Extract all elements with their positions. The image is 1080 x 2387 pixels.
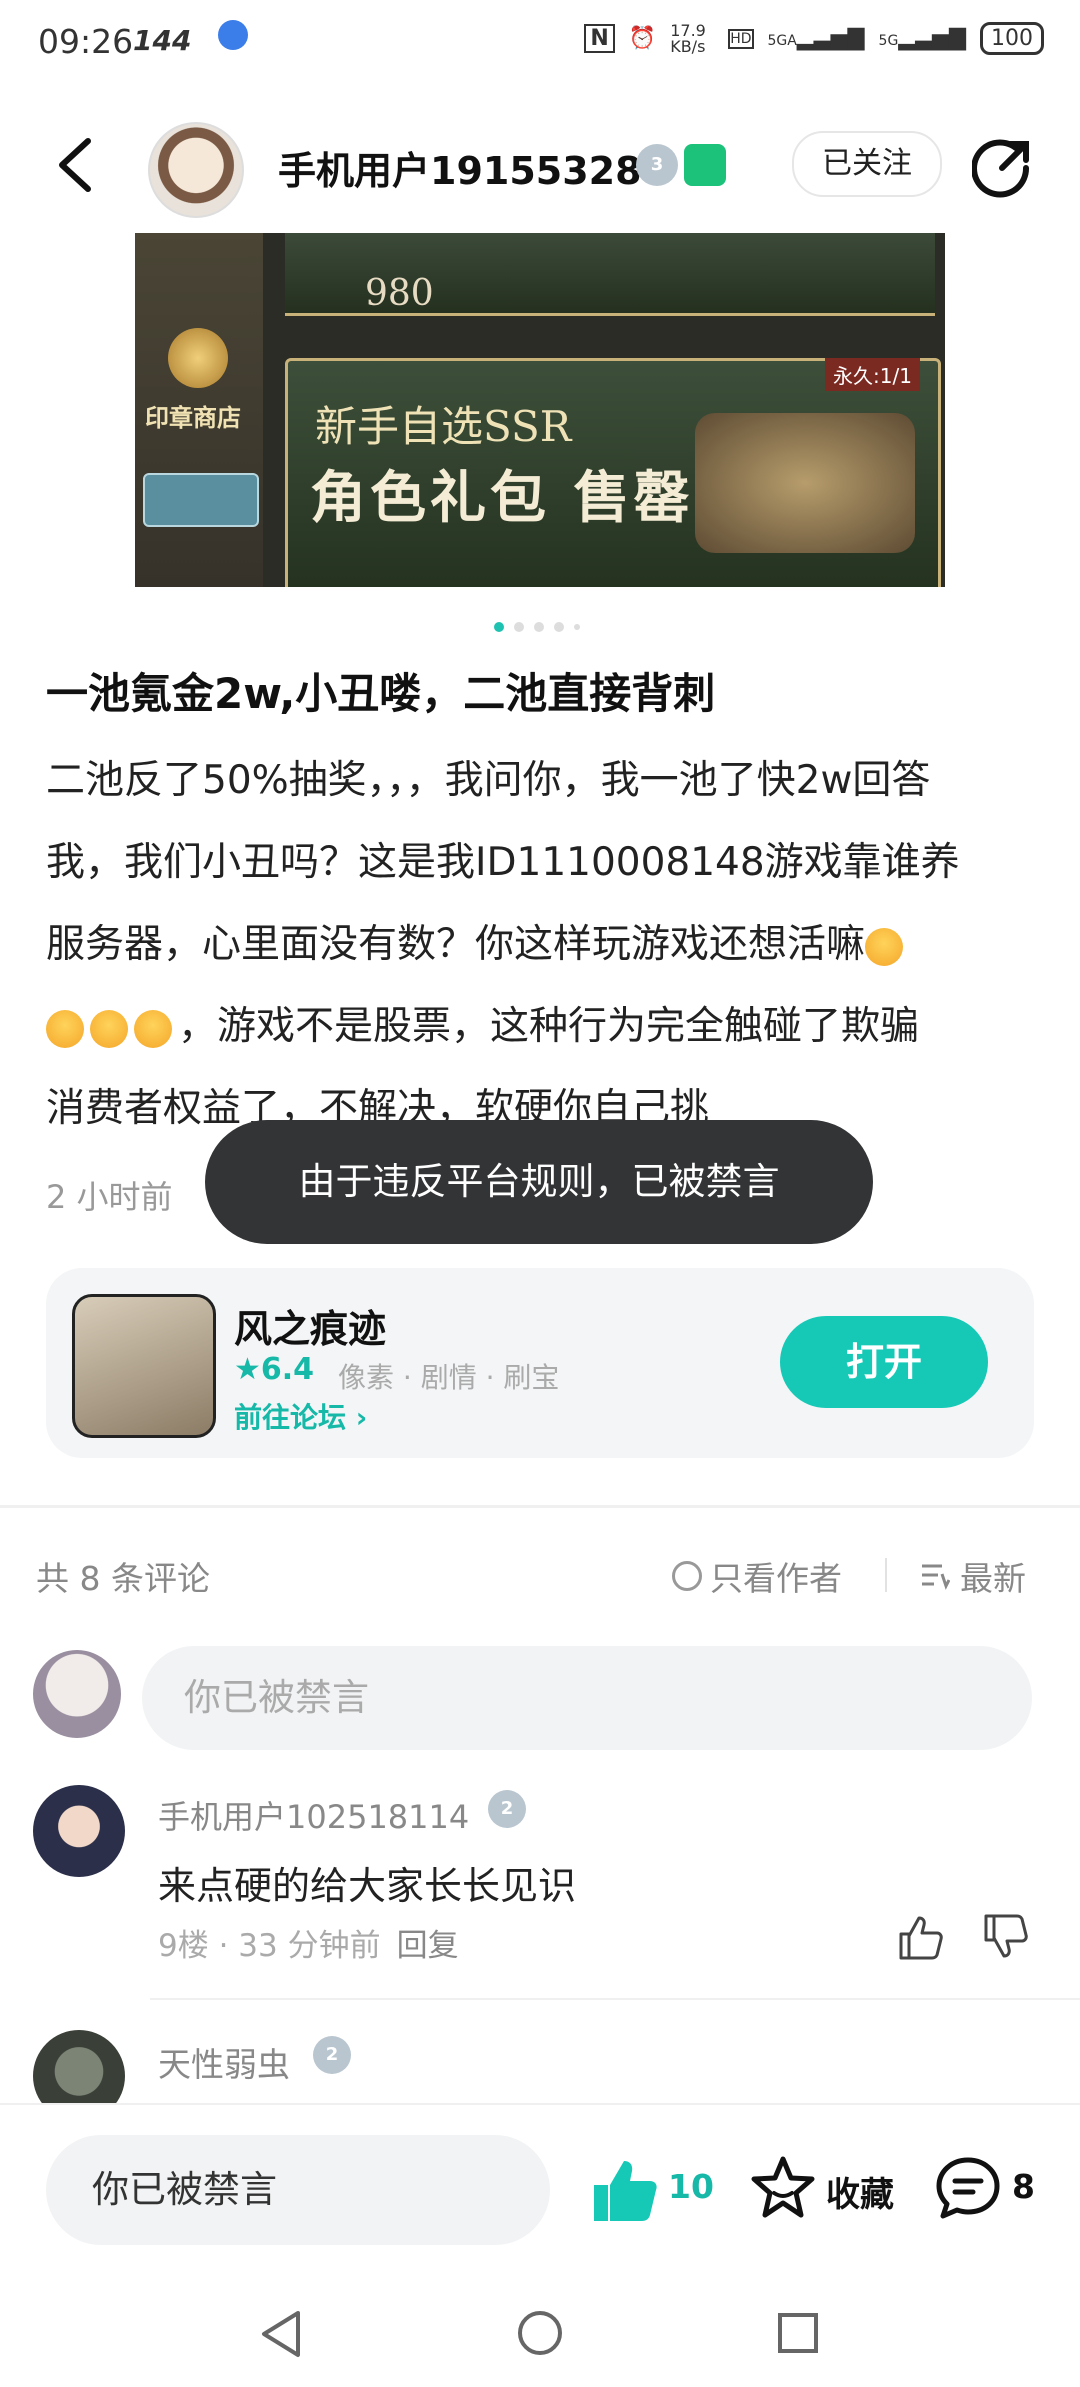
carousel-dot [554,622,564,632]
radio-icon[interactable] [672,1561,702,1591]
section-divider [0,1505,1080,1508]
banner-tag: 永久:1/1 [825,358,920,391]
comment-text: 来点硬的给大家长长见识 [158,1864,577,1908]
emoji-icon [46,1009,84,1048]
hd-icon: HD [728,28,754,49]
vertical-divider [885,1558,887,1592]
shop-label: 印章商店 [145,404,241,432]
network-speed: 17.9 KB/s [670,20,706,56]
author-avatar[interactable] [148,122,244,218]
back-arrow-icon[interactable] [52,135,98,195]
forum-link[interactable]: 前往论坛 › [234,1396,367,1436]
thumbs-down-icon[interactable] [980,1912,1030,1962]
comment-count: 共 8 条评论 [36,1559,210,1598]
banner-nav-button [143,473,259,527]
commenter-name[interactable]: 天性弱虫 [158,2038,290,2086]
nfc-icon: N [584,24,615,53]
thumbs-up-icon[interactable] [895,1912,945,1962]
post-body: 二池反了50%抽奖，，，我问你，我一池了快2w回答 我，我们小丑吗？这是我ID1… [46,740,1036,1150]
status-bar: 09:26 144 N ⏰ 17.9 KB/s HD 5GA▂▃▅▇ 5G▂▃▅… [0,0,1080,90]
post-body-line: ，游戏不是股票，这种行为完全触碰了欺骗 [46,986,1036,1068]
gamer-badge-icon [684,144,726,186]
status-icons: N ⏰ 17.9 KB/s HD 5GA▂▃▅▇ 5G▂▃▅▇ 100 [584,22,1044,55]
nav-back-icon[interactable] [258,2309,304,2359]
refresh-rate: 144 [133,24,192,57]
chest-image [695,413,915,553]
ban-toast: 由于违反平台规则，已被禁言 [205,1120,873,1244]
system-nav-bar [0,2283,1080,2387]
post-image-carousel[interactable]: 印章商店 980 新手自选SSR 角色礼包 售罄 永久:1/1 [135,233,945,587]
signal-icon: 5GA▂▃▅▇ [767,26,865,51]
author-only-label: 只看作者 [710,1559,842,1598]
level-badge: 2 [313,2036,351,2074]
battery-icon: 100 [980,22,1044,55]
post-body-line: 我，我们小丑吗？这是我ID1110008148游戏靠谁养 [46,840,960,885]
emoji-icon [865,927,904,966]
emoji-icon [134,1009,172,1048]
sort-icon [922,1564,950,1590]
comment-icon[interactable] [935,2155,1001,2221]
commenter-avatar[interactable] [33,1785,125,1877]
my-avatar [33,1650,121,1738]
commenter-name[interactable]: 手机用户102518114 [158,1792,469,1838]
seal-icon [168,328,228,388]
banner-price: 980 [365,273,434,314]
bottom-action-bar: 你已被禁言 10 收藏 8 [0,2103,1080,2285]
nav-recents-icon[interactable] [778,2313,818,2353]
bottom-comment-input[interactable]: 你已被禁言 [46,2135,550,2245]
open-game-button[interactable]: 打开 [780,1316,988,1408]
reply-button[interactable]: 回复 [397,1928,459,1964]
follow-button[interactable]: 已关注 [792,131,942,197]
post-body-line: 服务器，心里面没有数？你这样玩游戏还想活嘛 [46,904,1036,986]
banner-line1: 新手自选SSR [315,402,572,451]
comment-meta: 9楼 · 33 分钟前 回复 [158,1928,459,1964]
post-header: 手机用户19155328 3 已关注 [0,110,1080,220]
author-name[interactable]: 手机用户19155328 [278,140,642,195]
collect-label[interactable]: 收藏 [826,2167,894,2216]
game-icon[interactable] [72,1294,216,1438]
game-score: ★6.4 [234,1352,315,1387]
banner-line2: 角色礼包 售罄 [310,465,694,531]
carousel-indicator [494,622,580,632]
like-count: 10 [668,2167,714,2206]
status-time: 09:26 [38,22,134,61]
game-card[interactable]: 风之痕迹 ★6.4 像素 · 剧情 · 刷宝 前往论坛 › 打开 [46,1268,1034,1458]
carousel-dot [494,622,504,632]
game-name: 风之痕迹 [234,1307,387,1351]
post-title: 一池氪金2w,小丑喽，二池直接背刺 [46,669,716,718]
author-only-toggle[interactable]: 只看作者 [672,1552,842,1600]
level-badge: 2 [488,1790,526,1828]
signal-icon: 5G▂▃▅▇ [878,26,966,51]
sort-label: 最新 [960,1559,1026,1598]
post-body-line: 二池反了50%抽奖，，，我问你，我一池了快2w回答 [46,758,931,803]
game-tags: 像素 · 剧情 · 刷宝 [338,1361,560,1394]
sort-toggle[interactable]: 最新 [920,1552,1026,1600]
level-badge: 3 [636,144,678,186]
star-icon[interactable] [750,2155,816,2221]
emoji-icon [90,1009,128,1048]
carousel-dot [514,622,524,632]
share-icon[interactable] [972,138,1032,198]
carousel-dot [534,622,544,632]
notification-icon [218,20,248,50]
nav-home-icon[interactable] [518,2311,562,2355]
comment-divider [150,1998,1080,2000]
post-time: 2 小时前 [46,1178,173,1216]
comment-total: 8 [1012,2167,1035,2206]
alarm-icon: ⏰ [628,26,657,51]
like-icon[interactable] [590,2155,660,2225]
carousel-dot [574,624,580,630]
comment-input[interactable]: 你已被禁言 [142,1646,1032,1750]
